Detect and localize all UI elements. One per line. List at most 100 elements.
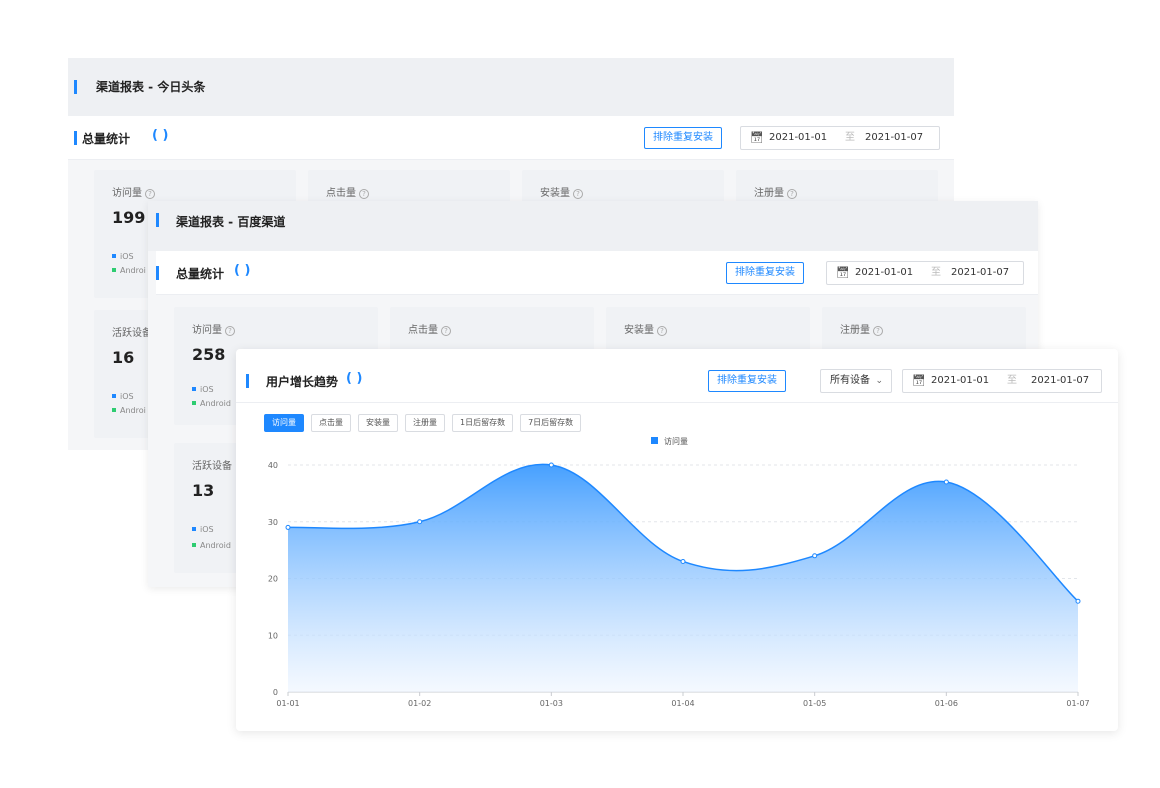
stat-bar: 总量统计 ( ) 排除重复安装 📅︎ 2021-01-01 至 2021-01-… [68, 116, 954, 160]
trend-title: 用户增长趋势 [266, 375, 339, 389]
data-point [285, 524, 291, 530]
title-accent-bar [156, 213, 159, 227]
y-tick-label: 10 [268, 631, 278, 640]
tab-registrations[interactable]: 注册量 [405, 414, 445, 432]
metric-label: 安装量? [540, 184, 583, 199]
dedup-install-button[interactable]: 排除重复安装 [644, 127, 722, 149]
tab-clicks[interactable]: 点击量 [311, 414, 351, 432]
tab-installs[interactable]: 安装量 [358, 414, 398, 432]
legend-ios: iOS [112, 252, 134, 261]
metric-label: 注册量? [754, 184, 797, 199]
stat-bar: 总量统计 ( ) 排除重复安装 📅︎ 2021-01-01 至 2021-01-… [156, 251, 1038, 295]
stat-accent-bar [156, 266, 159, 280]
x-tick-label: 01-03 [540, 699, 563, 708]
user-growth-trend-panel: 用户增长趋势 ( ) 排除重复安装 所有设备 ⌄ 📅︎ 2021-01-01 至… [236, 349, 1118, 731]
date-start[interactable]: 2021-01-01 [855, 262, 913, 284]
tab-visits[interactable]: 访问量 [264, 414, 304, 432]
legend-label: 访问量 [664, 436, 688, 446]
data-point [812, 553, 818, 559]
metric-value: 16 [112, 348, 135, 367]
date-separator: 至 [1007, 375, 1017, 386]
metric-value: 199 [112, 208, 146, 227]
series-line [287, 463, 1079, 602]
date-separator: 至 [931, 267, 941, 278]
y-tick-label: 0 [273, 688, 278, 697]
x-tick-label: 01-01 [276, 699, 299, 708]
legend-android: Android [192, 399, 231, 408]
data-point [680, 558, 686, 564]
panel-header: 渠道报表 - 百度渠道 [148, 201, 1038, 251]
legend-ios: iOS [192, 385, 214, 394]
metric-label: 点击量? [408, 321, 451, 336]
x-tick-label: 01-02 [408, 699, 431, 708]
metric-label: 注册量? [840, 321, 883, 336]
help-icon: ? [573, 189, 583, 199]
date-end[interactable]: 2021-01-07 [865, 127, 923, 149]
metric-value: 13 [192, 481, 215, 500]
data-point [943, 479, 949, 485]
date-range-picker[interactable]: 📅︎ 2021-01-01 至 2021-01-07 [740, 126, 940, 150]
legend-swatch [651, 437, 658, 444]
metric-tabs: 访问量 点击量 安装量 注册量 1日后留存数 7日后留存数 [264, 414, 582, 432]
panel-title: 渠道报表 - 今日头条 [96, 80, 206, 94]
calendar-icon: 📅︎ [912, 374, 926, 387]
date-separator: 至 [845, 132, 855, 143]
dedup-install-button[interactable]: 排除重复安装 [708, 370, 786, 392]
calendar-icon: 📅︎ [750, 131, 764, 144]
metric-label: 访问量? [192, 321, 235, 336]
date-start[interactable]: 2021-01-01 [931, 370, 989, 392]
y-tick-label: 40 [268, 461, 278, 470]
date-end[interactable]: 2021-01-07 [951, 262, 1009, 284]
loading-spinner-icon: ( ) [234, 263, 251, 278]
x-tick-label: 01-07 [1066, 699, 1089, 708]
data-point [548, 462, 554, 468]
panel-header: 渠道报表 - 今日头条 [68, 58, 954, 116]
dedup-install-button[interactable]: 排除重复安装 [726, 262, 804, 284]
help-icon: ? [787, 189, 797, 199]
area-chart: 0 10 20 30 40 01-01 01-02 01-03 01-04 01-05 01-06 0… [268, 436, 1090, 708]
legend-ios: iOS [112, 392, 134, 401]
legend-android: Androi [112, 406, 146, 415]
tab-day1-retention[interactable]: 1日后留存数 [452, 414, 514, 432]
x-tick-label: 01-06 [935, 699, 958, 708]
date-range-picker[interactable]: 📅︎ 2021-01-01 至 2021-01-07 [902, 369, 1102, 393]
area-fill [288, 464, 1078, 692]
tab-day7-retention[interactable]: 7日后留存数 [520, 414, 582, 432]
stat-title: 总量统计 [82, 132, 131, 146]
metric-value: 258 [192, 345, 226, 364]
help-icon: ? [359, 189, 369, 199]
x-tick-label: 01-04 [671, 699, 694, 708]
help-icon: ? [145, 189, 155, 199]
y-tick-label: 20 [268, 575, 278, 584]
date-range-picker[interactable]: 📅︎ 2021-01-01 至 2021-01-07 [826, 261, 1024, 285]
stat-accent-bar [74, 131, 77, 145]
metric-label: 安装量? [624, 321, 667, 336]
help-icon: ? [441, 326, 451, 336]
help-icon: ? [657, 326, 667, 336]
stat-title: 总量统计 [176, 267, 225, 281]
date-end[interactable]: 2021-01-07 [1031, 370, 1089, 392]
loading-spinner-icon: ( ) [152, 128, 169, 143]
loading-spinner-icon: ( ) [346, 371, 363, 386]
metric-label: 活跃设备 [192, 461, 232, 472]
legend-android: Android [192, 541, 231, 550]
metric-label: 点击量? [326, 184, 369, 199]
data-point [1075, 598, 1081, 604]
x-tick-label: 01-05 [803, 699, 826, 708]
chevron-down-icon: ⌄ [875, 376, 883, 386]
title-accent-bar [246, 374, 249, 388]
device-select[interactable]: 所有设备 ⌄ [820, 369, 892, 393]
metric-label: 访问量? [112, 184, 155, 199]
date-start[interactable]: 2021-01-01 [769, 127, 827, 149]
y-tick-label: 30 [268, 518, 278, 527]
help-icon: ? [225, 326, 235, 336]
panel-title: 渠道报表 - 百度渠道 [176, 215, 286, 229]
title-accent-bar [74, 80, 77, 94]
data-point [417, 519, 423, 525]
device-select-value: 所有设备 [830, 375, 870, 386]
metric-label: 活跃设备 [112, 328, 152, 339]
trend-header: 用户增长趋势 ( ) 排除重复安装 所有设备 ⌄ 📅︎ 2021-01-01 至… [236, 349, 1118, 403]
help-icon: ? [873, 326, 883, 336]
legend-ios: iOS [192, 525, 214, 534]
legend-android: Androi [112, 266, 146, 275]
